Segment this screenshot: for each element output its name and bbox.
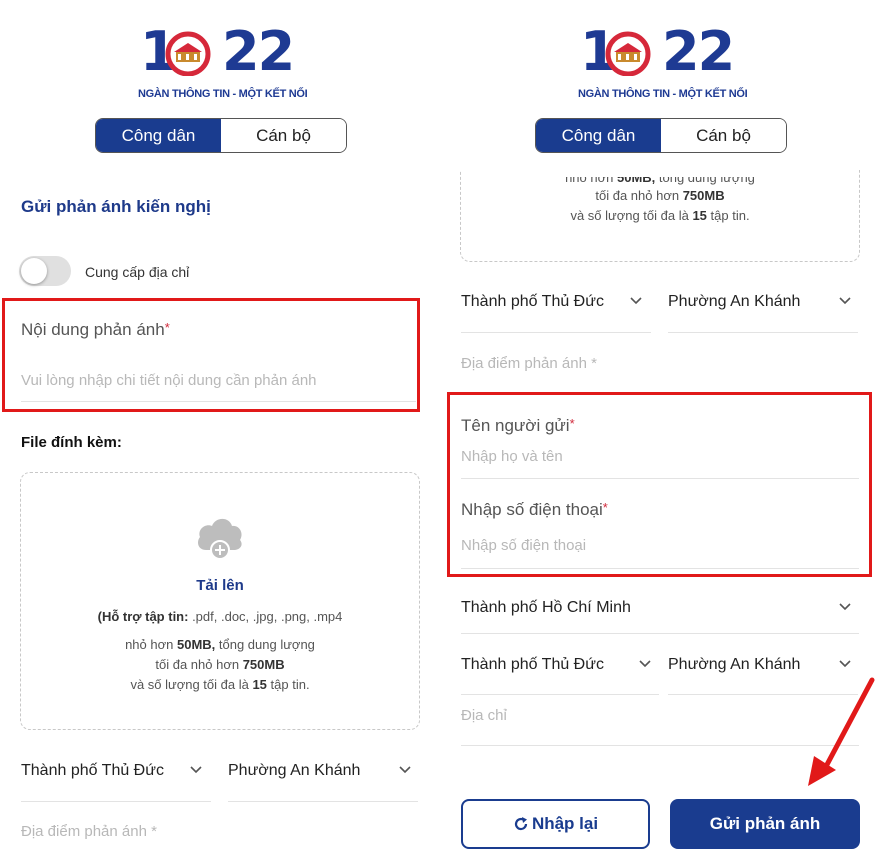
upload-count-line: và số lượng tối đa là 15 tập tin.	[460, 206, 860, 226]
location-input[interactable]: Địa điểm phản ánh *	[461, 355, 597, 372]
ward-select[interactable]: Phường An Khánh	[668, 293, 800, 311]
required-mark: *	[602, 500, 608, 515]
support-prefix: (Hỗ trợ tập tin:	[97, 609, 189, 624]
ward-underline	[228, 801, 418, 802]
address-input[interactable]: Địa chỉ	[461, 707, 507, 724]
left-screen: 1 22 NGÀN THÔNG TIN - MỘT KẾT NỐI Công d…	[0, 0, 440, 868]
required-mark: *	[569, 416, 575, 431]
required-mark: *	[164, 320, 170, 335]
size-suffix: tổng dung lượng	[215, 637, 315, 652]
count-suffix: tập tin.	[706, 208, 750, 223]
chevron-down-icon	[399, 766, 411, 774]
submit-button-label: Gửi phản ánh	[709, 814, 821, 833]
sender-field-label: Tên người gửi*	[461, 416, 575, 436]
district-underline	[21, 801, 211, 802]
logo-1022: 1 22 NGÀN THÔNG TIN - MỘT KẾT NỐI	[578, 8, 780, 101]
content-underline	[21, 401, 416, 402]
switch-knob	[21, 258, 47, 284]
district2-underline	[461, 694, 659, 695]
cloud-upload-icon	[198, 518, 242, 560]
sender-name-input[interactable]: Nhập họ và tên	[461, 448, 563, 465]
upload-count-line: và số lượng tối đa là 15 tập tin.	[20, 675, 420, 695]
city-select[interactable]: Thành phố Hồ Chí Minh	[461, 599, 631, 617]
total-bold: 750MB	[682, 188, 725, 203]
upload-size-line: nhỏ hơn 50MB, tổng dung lượng	[20, 635, 420, 655]
total-bold: 750MB	[242, 657, 285, 672]
size-prefix: nhỏ hơn	[125, 637, 177, 652]
chevron-down-icon	[839, 660, 851, 668]
logo-number-22: 22	[662, 20, 735, 83]
content-field-label: Nội dung phản ánh*	[21, 320, 170, 340]
count-prefix: và số lượng tối đa là	[130, 677, 253, 692]
section-title: Gửi phản ánh kiến nghị	[21, 197, 211, 216]
chevron-down-icon	[839, 603, 851, 611]
size-bold: 50MB,	[176, 637, 216, 652]
phone-label-text: Nhập số điện thoại	[461, 500, 603, 519]
phone-field-label: Nhập số điện thoại*	[461, 500, 608, 520]
phone-underline	[461, 568, 859, 569]
district-underline	[461, 332, 651, 333]
total-prefix: tối đa nhỏ hơn	[595, 188, 683, 203]
chevron-down-icon	[839, 297, 851, 305]
count-suffix: tập tin.	[266, 677, 310, 692]
logo-emblem-icon	[165, 31, 211, 76]
submit-button[interactable]: Gửi phản ánh	[670, 799, 860, 849]
content-label-text: Nội dung phản ánh	[21, 320, 165, 339]
user-type-toggle: Công dân Cán bộ	[95, 118, 347, 153]
chevron-down-icon	[630, 297, 642, 305]
count-bold: 15	[692, 208, 707, 223]
upload-total-line: tối đa nhỏ hơn 750MB	[460, 186, 860, 206]
district-select[interactable]: Thành phố Thủ Đức	[461, 293, 604, 311]
reset-button-label: Nhập lại	[531, 814, 599, 833]
right-screen: 1 22 NGÀN THÔNG TIN - MỘT KẾT NỐI Công d…	[440, 0, 880, 868]
attachments-title: File đính kèm:	[21, 434, 122, 451]
support-types: .pdf, .doc, .jpg, .png, .mp4	[188, 609, 343, 624]
upload-support-line: (Hỗ trợ tập tin: .pdf, .doc, .jpg, .png,…	[20, 607, 420, 627]
address-toggle-label: Cung cấp địa chỉ	[85, 264, 190, 280]
user-type-toggle: Công dân Cán bộ	[535, 118, 787, 153]
chevron-down-icon	[639, 660, 651, 668]
district-select-2[interactable]: Thành phố Thủ Đức	[461, 656, 604, 674]
count-prefix: và số lượng tối đa là	[570, 208, 693, 223]
logo-tagline: NGÀN THÔNG TIN - MỘT KẾT NỐI	[578, 88, 748, 100]
tab-citizen[interactable]: Công dân	[96, 119, 221, 152]
refresh-icon	[514, 817, 528, 831]
address-toggle-switch[interactable]	[19, 256, 71, 286]
tab-citizen[interactable]: Công dân	[536, 119, 661, 152]
phone-input[interactable]: Nhập số điện thoại	[461, 537, 586, 554]
ward-select[interactable]: Phường An Khánh	[228, 762, 360, 780]
count-bold: 15	[252, 677, 267, 692]
tab-official[interactable]: Cán bộ	[221, 119, 346, 152]
sender-underline	[461, 478, 859, 479]
ward-select-2[interactable]: Phường An Khánh	[668, 656, 800, 674]
highlight-content-box	[2, 298, 420, 412]
upload-link[interactable]: Tải lên	[20, 577, 420, 594]
total-prefix: tối đa nhỏ hơn	[155, 657, 243, 672]
district-select[interactable]: Thành phố Thủ Đức	[21, 762, 164, 780]
upload-total-line: tối đa nhỏ hơn 750MB	[20, 655, 420, 675]
logo-emblem-icon	[605, 31, 651, 76]
content-input[interactable]: Vui lòng nhập chi tiết nội dung cần phản…	[21, 372, 317, 389]
chevron-down-icon	[190, 766, 202, 774]
city-underline	[461, 633, 859, 634]
logo-1022: 1 22 NGÀN THÔNG TIN - MỘT KẾT NỐI	[138, 8, 340, 101]
reset-button[interactable]: Nhập lại	[461, 799, 650, 849]
red-arrow-annotation	[808, 677, 875, 786]
logo-tagline: NGÀN THÔNG TIN - MỘT KẾT NỐI	[138, 88, 308, 100]
location-input[interactable]: Địa điểm phản ánh *	[21, 823, 157, 840]
tab-official[interactable]: Cán bộ	[661, 119, 786, 152]
sender-label-text: Tên người gửi	[461, 416, 570, 435]
logo-number-22: 22	[222, 20, 295, 83]
ward-underline	[668, 332, 858, 333]
